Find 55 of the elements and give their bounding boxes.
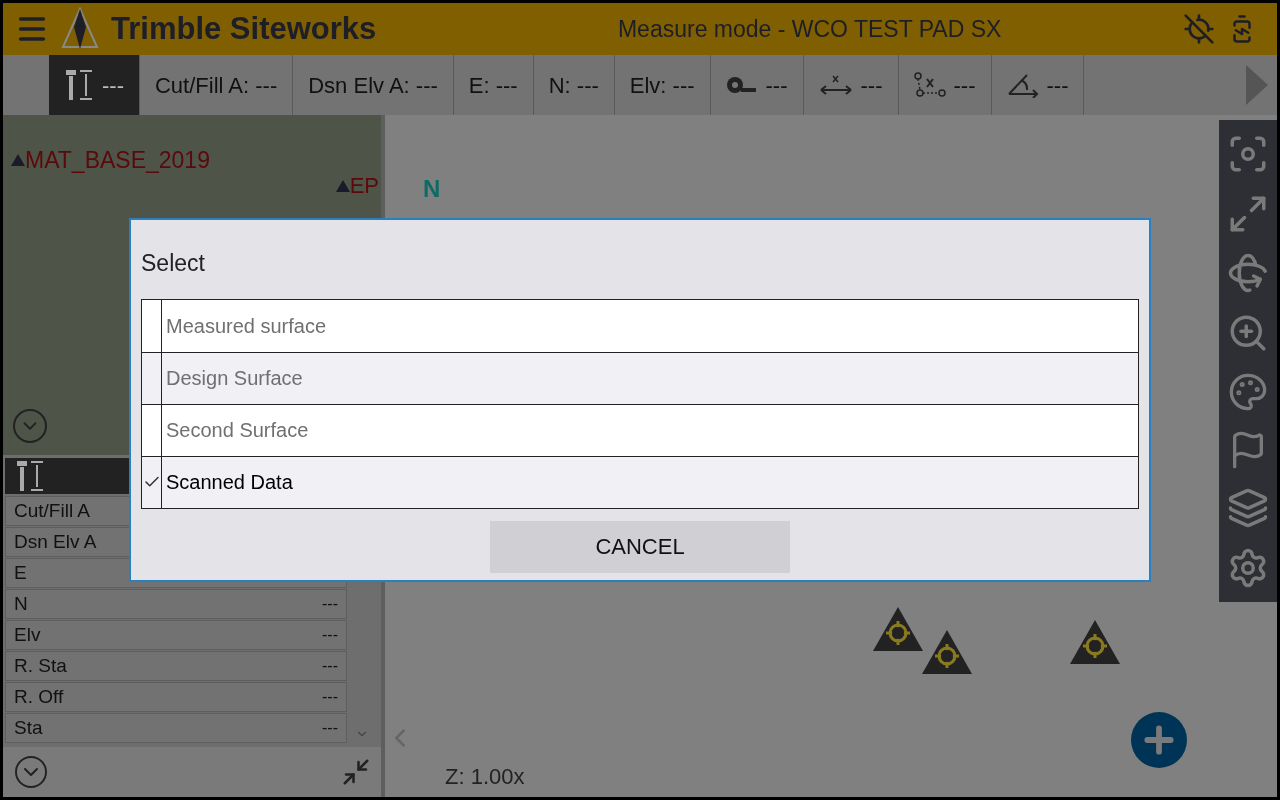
row-value: ---: [322, 687, 338, 707]
readout-row[interactable]: R. Off ---: [5, 682, 347, 712]
row-label: Elv: [14, 622, 41, 647]
row-value: ---: [322, 594, 338, 614]
row-value: ---: [322, 656, 338, 676]
option-label: Measured surface: [165, 313, 327, 339]
orbit-icon[interactable]: [1227, 252, 1269, 295]
angle-icon: [1006, 72, 1039, 98]
offset-points-icon: [913, 72, 946, 98]
row-label: R. Off: [14, 684, 64, 709]
readout-tab[interactable]: ---: [49, 55, 140, 115]
readout-row[interactable]: R. Sta ---: [5, 651, 347, 681]
row-label: Cut/Fill A: [14, 498, 91, 523]
readout-row[interactable]: N ---: [5, 589, 347, 619]
distance-arrow-icon: [818, 74, 853, 96]
row-label: R. Sta: [14, 653, 67, 678]
option-label: Scanned Data: [165, 470, 293, 495]
gps-off-icon: [1183, 13, 1215, 45]
zoom-level: Z: 1.00x: [445, 763, 525, 791]
add-button[interactable]: [1131, 712, 1187, 768]
option-row[interactable]: Measured surface: [142, 299, 1138, 352]
row-label: E: [14, 560, 27, 585]
option-row[interactable]: Design Surface: [142, 351, 1138, 404]
layers-icon[interactable]: [1227, 487, 1269, 530]
row-label: Dsn Elv A: [14, 529, 97, 554]
readout-row[interactable]: Elv ---: [5, 620, 347, 650]
row-label: N: [14, 591, 28, 616]
tape-measure-icon: [725, 75, 758, 95]
palette-icon[interactable]: [1228, 371, 1268, 412]
survey-point-icon: [873, 607, 923, 651]
row-value: ---: [322, 625, 338, 645]
mode-title: Measure mode - WCO TEST PAD SX: [616, 14, 1003, 44]
expand-circle-icon[interactable]: [13, 754, 49, 790]
survey-point-icon: [922, 630, 972, 674]
option-label: Second Surface: [165, 418, 309, 443]
level-rod-icon: [15, 460, 45, 492]
option-row[interactable]: Second Surface: [142, 403, 1138, 456]
tripod-logo-icon: [61, 7, 99, 51]
map-label: MAT_BASE_2019: [11, 143, 210, 178]
row-label: Sta: [14, 715, 43, 740]
triangle-right-icon: [1246, 65, 1268, 105]
map-label: EP: [335, 169, 379, 202]
triangle-marker-icon: [335, 179, 350, 192]
readout-row[interactable]: Sta ---: [5, 713, 347, 743]
survey-point-icon: [1070, 620, 1120, 664]
app-title: Trimble Siteworks: [111, 9, 377, 48]
cancel-button[interactable]: CANCEL: [490, 520, 790, 573]
collapse-panel-icon[interactable]: [341, 757, 371, 787]
north-label: N: [423, 174, 441, 204]
dialog-title: Select: [141, 249, 206, 278]
triangle-marker-icon: [11, 154, 25, 167]
option-row[interactable]: Scanned Data: [142, 455, 1138, 508]
level-rod-icon: [64, 69, 94, 101]
option-label: Design Surface: [165, 366, 303, 391]
row-value: ---: [322, 718, 338, 738]
